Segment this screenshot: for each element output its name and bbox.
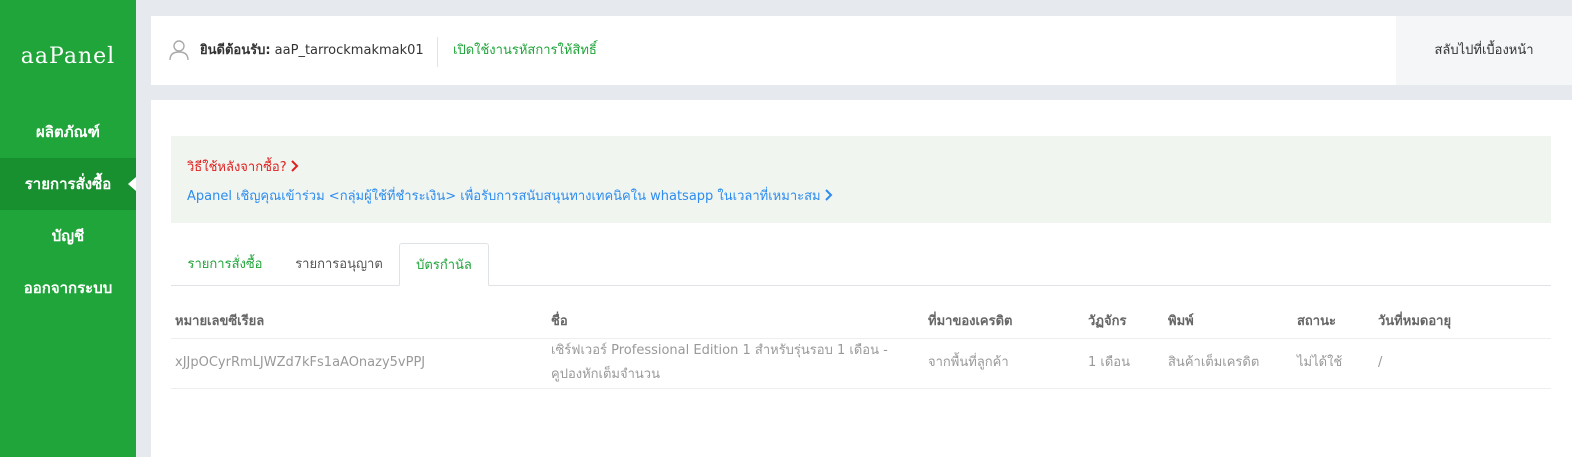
enable-auth-code-link[interactable]: เปิดใช้งานรหัสการให้สิทธิ์ [453, 16, 597, 85]
tab-orders[interactable]: รายการสั่งซื้อ [171, 243, 279, 286]
cell-cycle: 1 เดือน [1084, 338, 1164, 389]
welcome-text: ยินดีต้อนรับ: aaP_tarrockmakmak01 [200, 16, 424, 85]
notice-box: วิธีใช้หลังจากซื้อ? Apanel เชิญคุณเข้าร่… [171, 136, 1551, 223]
sidebar-item-products[interactable]: ผลิตภัณฑ์ [0, 106, 136, 158]
how-to-use-text: วิธีใช้หลังจากซื้อ? [187, 160, 287, 175]
cell-source: จากพื้นที่ลูกค้า [924, 338, 1084, 389]
voucher-table: หมายเลขซีเรียล ชื่อ ที่มาของเครดิต วัฏจั… [171, 304, 1551, 389]
sidebar: aaPanel ผลิตภัณฑ์ รายการสั่งซื้อ บัญชี อ… [0, 0, 136, 457]
user-icon [169, 40, 189, 61]
whatsapp-group-link[interactable]: Apanel เชิญคุณเข้าร่วม <กลุ่มผู้ใช้ที่ชำ… [187, 185, 833, 206]
logo: aaPanel [20, 44, 116, 69]
header-serial: หมายเลขซีเรียล [171, 304, 547, 339]
tab-bar: รายการสั่งซื้อ รายการอนุญาต บัตรกำนัล [171, 243, 1551, 286]
table-header-row: หมายเลขซีเรียล ชื่อ ที่มาของเครดิต วัฏจั… [171, 304, 1551, 339]
cell-status: ไม่ได้ใช้ [1293, 338, 1374, 389]
cell-name: เซิร์ฟเวอร์ Professional Edition 1 สำหรั… [547, 338, 924, 389]
tab-licenses[interactable]: รายการอนุญาต [285, 243, 393, 286]
header-cycle: วัฏจักร [1084, 304, 1164, 339]
welcome-label: ยินดีต้อนรับ: [200, 43, 271, 58]
sidebar-item-orders[interactable]: รายการสั่งซื้อ [0, 158, 136, 210]
tab-vouchers[interactable]: บัตรกำนัล [399, 243, 489, 286]
header-divider [437, 37, 438, 67]
header-type: พิมพ์ [1164, 304, 1293, 339]
chevron-right-icon [824, 189, 833, 201]
chevron-right-icon [290, 160, 299, 172]
header-source: ที่มาของเครดิต [924, 304, 1084, 339]
header-status: สถานะ [1293, 304, 1374, 339]
whatsapp-group-text: Apanel เชิญคุณเข้าร่วม <กลุ่มผู้ใช้ที่ชำ… [187, 189, 821, 204]
username: aaP_tarrockmakmak01 [274, 43, 424, 58]
how-to-use-link[interactable]: วิธีใช้หลังจากซื้อ? [187, 156, 299, 177]
cell-expiry: / [1374, 338, 1551, 389]
header-expiry: วันที่หมดอายุ [1374, 304, 1551, 339]
main-panel: วิธีใช้หลังจากซื้อ? Apanel เชิญคุณเข้าร่… [151, 100, 1572, 457]
switch-to-frontend-button[interactable]: สลับไปที่เบื้องหน้า [1396, 16, 1572, 85]
sidebar-item-account[interactable]: บัญชี [0, 210, 136, 262]
sidebar-item-logout[interactable]: ออกจากระบบ [0, 262, 136, 314]
header-bar: ยินดีต้อนรับ: aaP_tarrockmakmak01 เปิดใช… [151, 16, 1572, 85]
table-row: xJJpOCyrRmLJWZd7kFs1aAOnazy5vPPJ เซิร์ฟเ… [171, 338, 1551, 389]
cell-serial: xJJpOCyrRmLJWZd7kFs1aAOnazy5vPPJ [171, 338, 547, 389]
header-name: ชื่อ [547, 304, 924, 339]
cell-type: สินค้าเต็มเครดิต [1164, 338, 1293, 389]
